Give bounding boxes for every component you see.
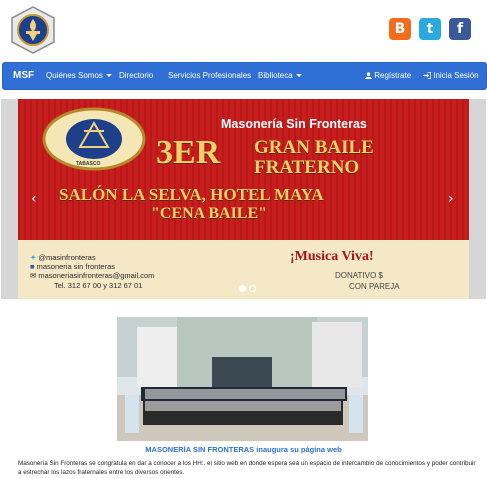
banner-twitter-text: @masinfronteras <box>38 253 96 262</box>
banner-donation: DONATIVO $ <box>335 271 383 280</box>
nav-brand[interactable]: MSF <box>13 63 34 89</box>
seal-text: TABASCO <box>76 161 101 167</box>
carousel-prev-icon[interactable]: ‹ <box>31 191 37 207</box>
nav-quienes-label: Quiénes Somos <box>46 71 103 80</box>
login-icon <box>423 72 431 79</box>
event-banner: TABASCO Masonería Sin Fronteras 3ER GRAN… <box>18 99 469 299</box>
facebook-icon: ■ <box>30 262 35 271</box>
chevron-down-icon <box>295 74 302 78</box>
carousel-indicator[interactable] <box>239 285 246 292</box>
banner-email: ✉ masoneriasinfronteras@gmail.com <box>30 271 154 280</box>
banner-event-number: 3ER <box>156 134 221 171</box>
news-caption[interactable]: MASONERÍA SIN FRONTERAS inaugura su pági… <box>0 445 487 454</box>
nav-inicia-label: Inicia Sesión <box>433 71 479 80</box>
site-logo[interactable] <box>9 6 57 54</box>
banner-music: ¡Musica Viva! <box>290 249 374 264</box>
nav-servicios[interactable]: Servicios Profesionales <box>168 63 251 89</box>
banner-facebook-text: masoneria sin fronteras <box>36 262 115 271</box>
nav-directorio[interactable]: Directorio <box>119 63 153 89</box>
facebook-icon[interactable]: f <box>449 18 471 40</box>
email-icon: ✉ <box>30 271 37 280</box>
main-navbar: MSF Quiénes Somos Directorio Servicios P… <box>2 62 487 90</box>
chevron-down-icon <box>105 74 112 78</box>
blogger-icon[interactable]: B <box>389 18 411 40</box>
nav-quienes-somos[interactable]: Quiénes Somos <box>46 63 112 89</box>
nav-biblioteca-label: Biblioteca <box>258 71 293 80</box>
banner-venue: SALÓN LA SELVA, HOTEL MAYA <box>59 185 324 204</box>
banner-event-line2: FRATERNO <box>254 157 360 178</box>
twitter-icon: ✦ <box>30 253 37 262</box>
banner-phone: Tel. 312 67 00 y 312 67 01 <box>54 281 143 290</box>
news-photo[interactable] <box>117 317 368 441</box>
banner-facebook: ■ masoneria sin fronteras <box>30 262 115 271</box>
banner-dinner: "CENA BAILE" <box>151 205 268 222</box>
nav-registrate[interactable]: Regístrate <box>365 63 411 89</box>
banner-email-text: masoneriasinfronteras@gmail.com <box>38 271 155 280</box>
carousel-indicator[interactable] <box>249 285 256 292</box>
user-icon <box>365 72 372 79</box>
news-article-text: Masonería Sin Fronteras se congratula en… <box>18 460 476 476</box>
twitter-icon[interactable]: t <box>419 18 441 40</box>
banner-title: Masonería Sin Fronteras <box>221 117 367 131</box>
image-carousel[interactable]: TABASCO Masonería Sin Fronteras 3ER GRAN… <box>1 99 486 299</box>
banner-couple: CON PAREJA <box>349 282 400 291</box>
nav-inicia-sesion[interactable]: Inicia Sesión <box>423 63 479 89</box>
banner-event-line1: GRAN BAILE <box>254 137 374 158</box>
nav-registrate-label: Regístrate <box>374 71 412 80</box>
nav-biblioteca[interactable]: Biblioteca <box>258 63 302 89</box>
carousel-next-icon[interactable]: › <box>448 191 454 207</box>
banner-twitter: ✦ @masinfronteras <box>30 253 96 262</box>
